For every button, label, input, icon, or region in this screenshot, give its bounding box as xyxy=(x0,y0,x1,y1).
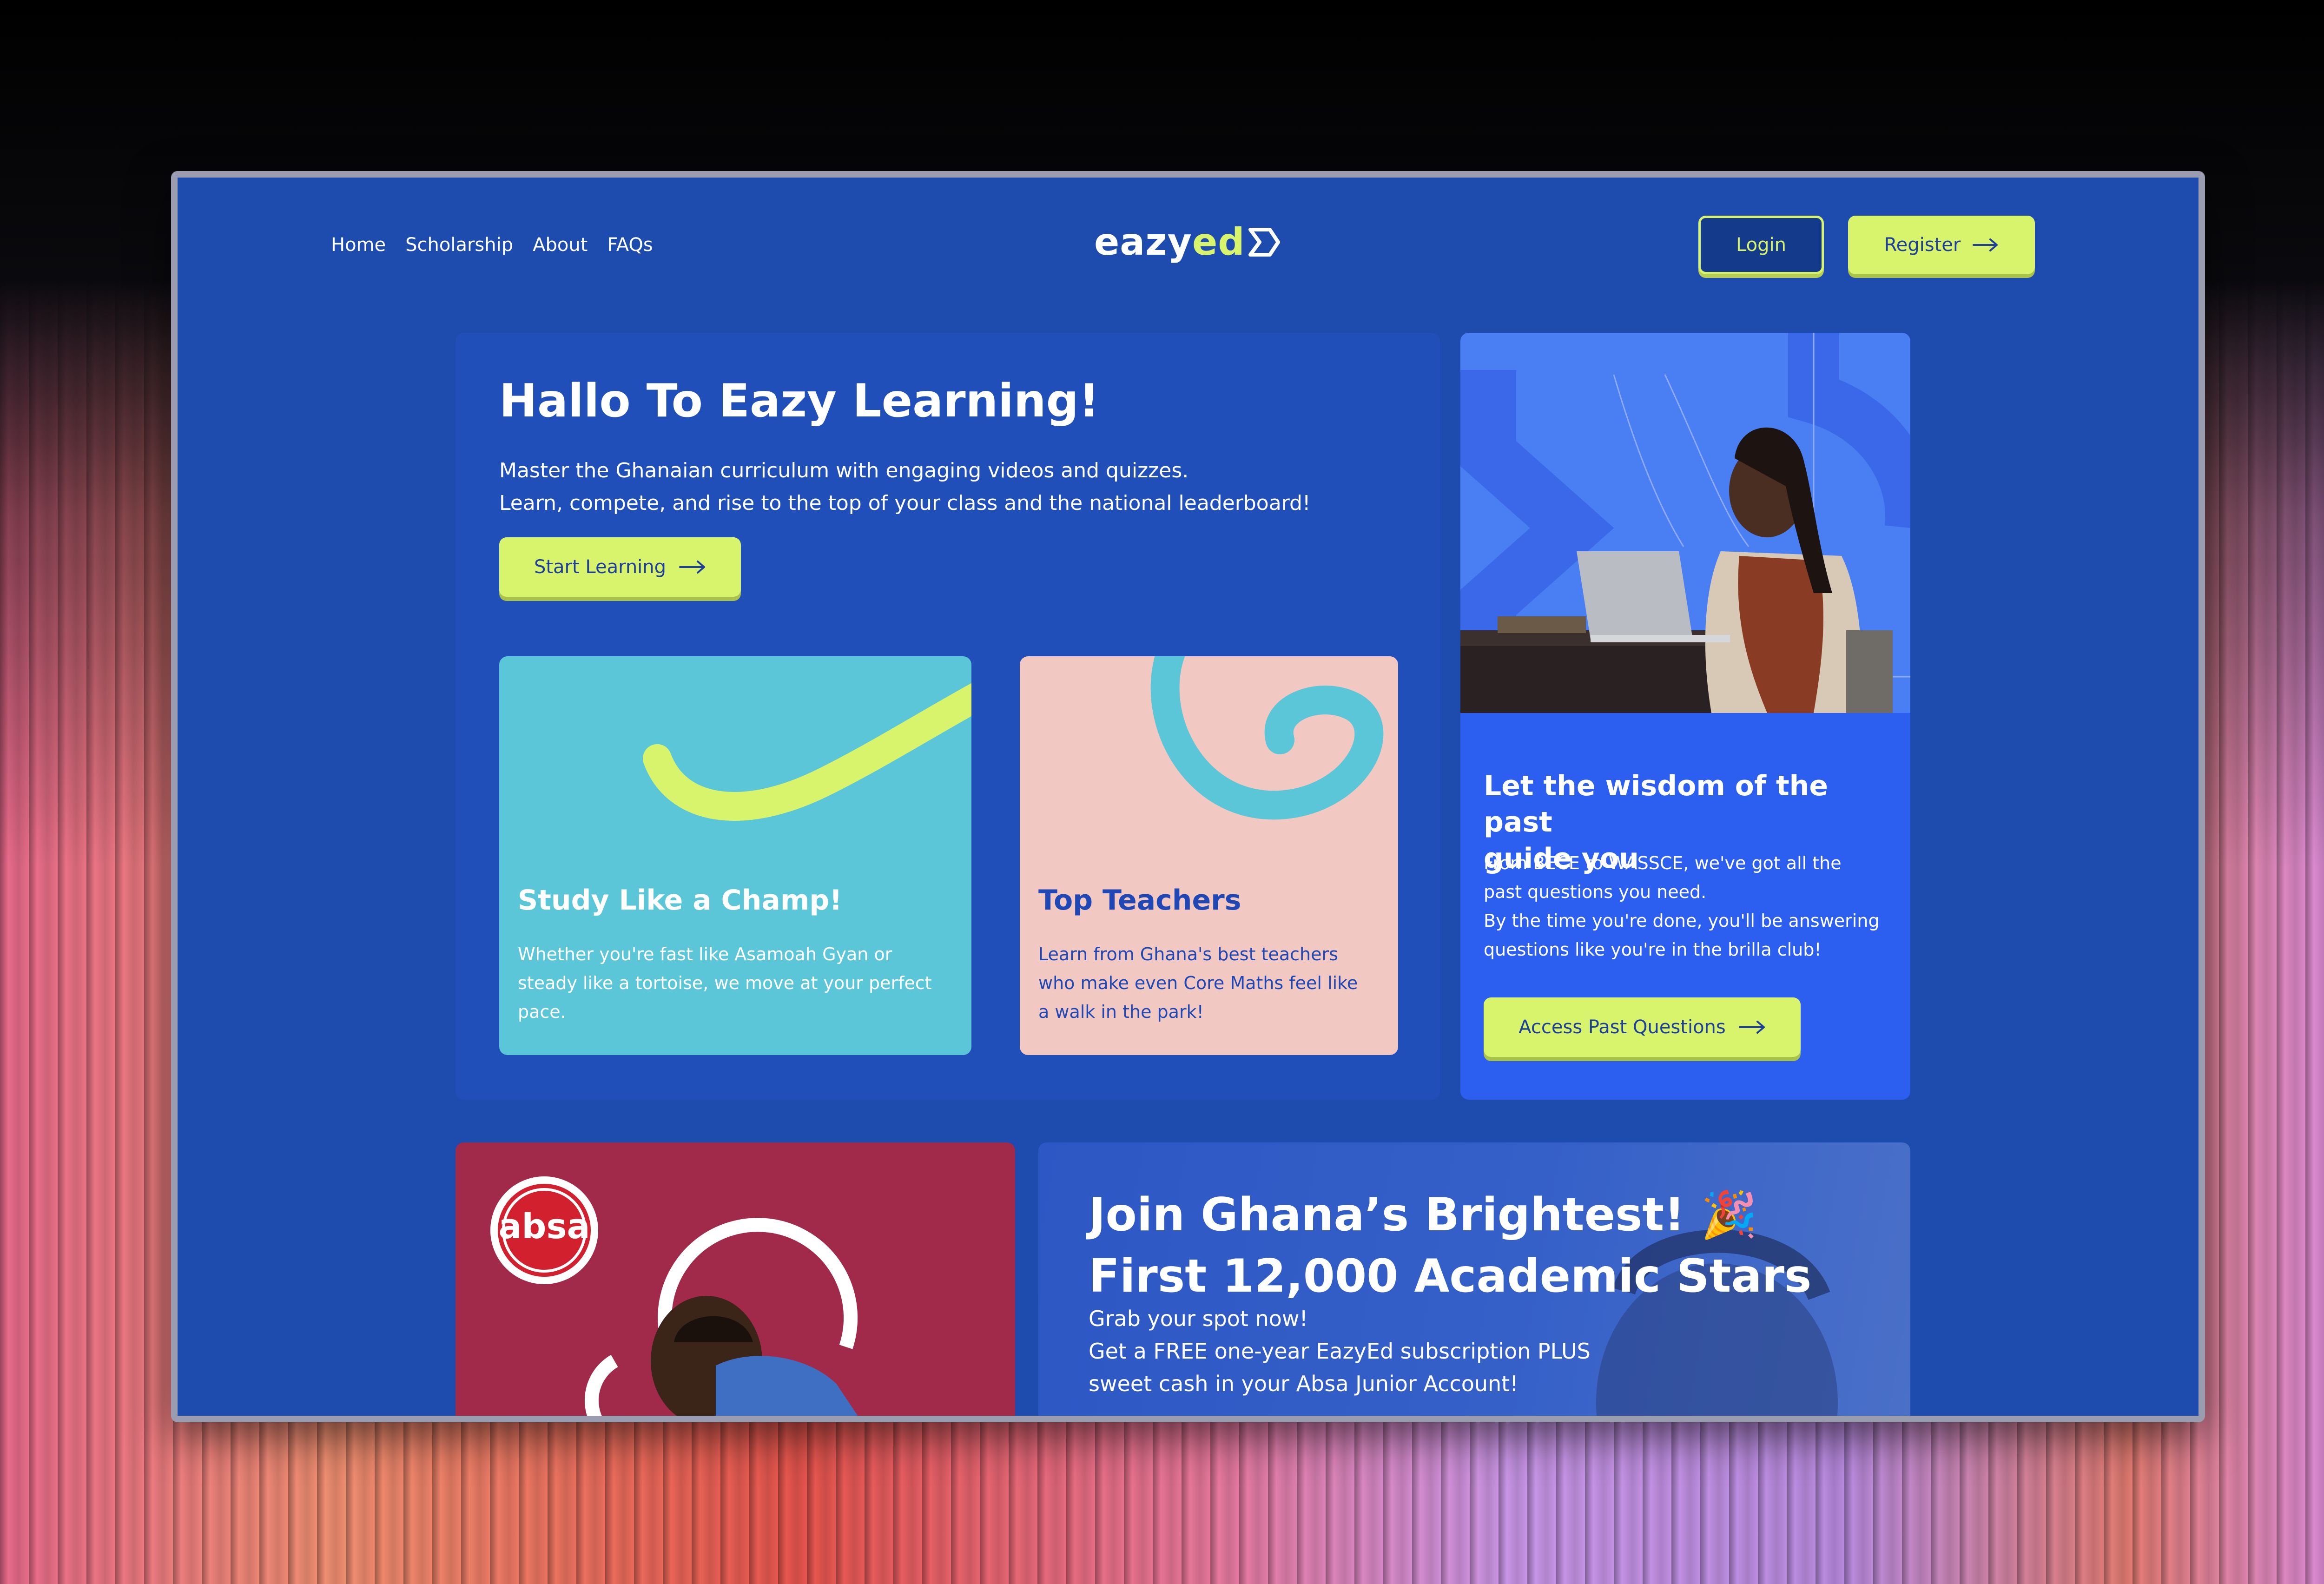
body-line: who make even Core Maths feel like xyxy=(1038,973,1358,993)
hero-title: Hallo To Eazy Learning! xyxy=(499,375,1100,428)
student-illustration xyxy=(1460,333,1910,713)
join-body: Grab your spot now! Get a FREE one-year … xyxy=(1089,1302,1591,1400)
register-button[interactable]: Register xyxy=(1848,216,2035,274)
study-champ-card[interactable]: Study Like a Champ! Whether you're fast … xyxy=(499,656,971,1055)
nav-about-link[interactable]: About xyxy=(533,234,588,256)
register-button-label: Register xyxy=(1884,234,1961,256)
body-line: From BECE to WASSCE, we've got all the xyxy=(1484,853,1842,873)
login-button-label: Login xyxy=(1736,234,1786,256)
join-brightest-card: Join Ghana’s Brightest! 🎉 First 12,000 A… xyxy=(1038,1142,1910,1416)
student-photo xyxy=(584,1218,858,1416)
browser-window: Home Scholarship About FAQs eazy ed Logi… xyxy=(171,171,2205,1422)
body-line: questions like you're in the brilla club… xyxy=(1484,939,1822,960)
logo-word-eazy: eazy xyxy=(1094,220,1192,264)
absa-scholarship-card[interactable]: absa xyxy=(456,1142,1015,1416)
nav-home-link[interactable]: Home xyxy=(331,234,386,256)
body-line: past questions you need. xyxy=(1484,882,1707,902)
hero-subtitle-line: Master the Ghanaian curriculum with enga… xyxy=(499,459,1189,482)
logo-word-ed: ed xyxy=(1192,220,1245,264)
body-line: pace. xyxy=(518,1002,566,1022)
access-past-questions-button[interactable]: Access Past Questions xyxy=(1484,997,1801,1057)
hero-subtitle-line: Learn, compete, and rise to the top of y… xyxy=(499,491,1311,515)
title-line: Join Ghana’s Brightest! 🎉 xyxy=(1089,1188,1758,1241)
past-questions-card: Let the wisdom of the past guide you Fro… xyxy=(1460,333,1910,1100)
nav-scholarship-link[interactable]: Scholarship xyxy=(405,234,513,256)
top-teachers-card[interactable]: Top Teachers Learn from Ghana's best tea… xyxy=(1020,656,1398,1055)
title-line: Let the wisdom of the past xyxy=(1484,770,1829,838)
access-past-questions-label: Access Past Questions xyxy=(1519,1016,1726,1038)
main-nav: Home Scholarship About FAQs xyxy=(331,234,653,256)
logo-mark-icon xyxy=(1248,227,1281,257)
hero-card: Hallo To Eazy Learning! Master the Ghana… xyxy=(456,333,1440,1100)
student-laptop-photo xyxy=(1460,333,1910,713)
past-questions-body: From BECE to WASSCE, we've got all the p… xyxy=(1484,849,1902,964)
squiggle-decoration xyxy=(643,683,971,821)
eazyed-logo[interactable]: eazy ed xyxy=(1094,220,1281,264)
body-line: By the time you're done, you'll be answe… xyxy=(1484,911,1880,931)
body-line: Whether you're fast like Asamoah Gyan or xyxy=(518,944,892,964)
arrow-right-icon xyxy=(1973,238,1998,251)
login-button[interactable]: Login xyxy=(1698,216,1824,274)
top-teachers-title: Top Teachers xyxy=(1038,884,1241,917)
body-line: Grab your spot now! xyxy=(1089,1306,1308,1331)
top-teachers-body: Learn from Ghana's best teachers who mak… xyxy=(1038,940,1358,1026)
arrow-right-icon xyxy=(1738,1021,1765,1034)
body-line: Get a FREE one-year EazyEd subscription … xyxy=(1089,1339,1591,1364)
title-line: First 12,000 Academic Stars xyxy=(1089,1250,1812,1303)
arrow-right-icon xyxy=(679,561,706,574)
start-learning-button[interactable]: Start Learning xyxy=(499,537,741,597)
start-learning-label: Start Learning xyxy=(534,556,667,578)
nav-faqs-link[interactable]: FAQs xyxy=(607,234,653,256)
join-title: Join Ghana’s Brightest! 🎉 First 12,000 A… xyxy=(1089,1184,1811,1307)
swirl-decoration xyxy=(1150,656,1384,820)
hero-subtitle: Master the Ghanaian curriculum with enga… xyxy=(499,455,1311,520)
body-line: sweet cash in your Absa Junior Account! xyxy=(1089,1371,1519,1396)
study-champ-title: Study Like a Champ! xyxy=(518,884,842,917)
landing-page: Home Scholarship About FAQs eazy ed Logi… xyxy=(178,178,2199,1416)
body-line: steady like a tortoise, we move at your … xyxy=(518,973,932,993)
study-champ-body: Whether you're fast like Asamoah Gyan or… xyxy=(518,940,932,1026)
body-line: a walk in the park! xyxy=(1038,1002,1204,1022)
body-line: Learn from Ghana's best teachers xyxy=(1038,944,1338,964)
